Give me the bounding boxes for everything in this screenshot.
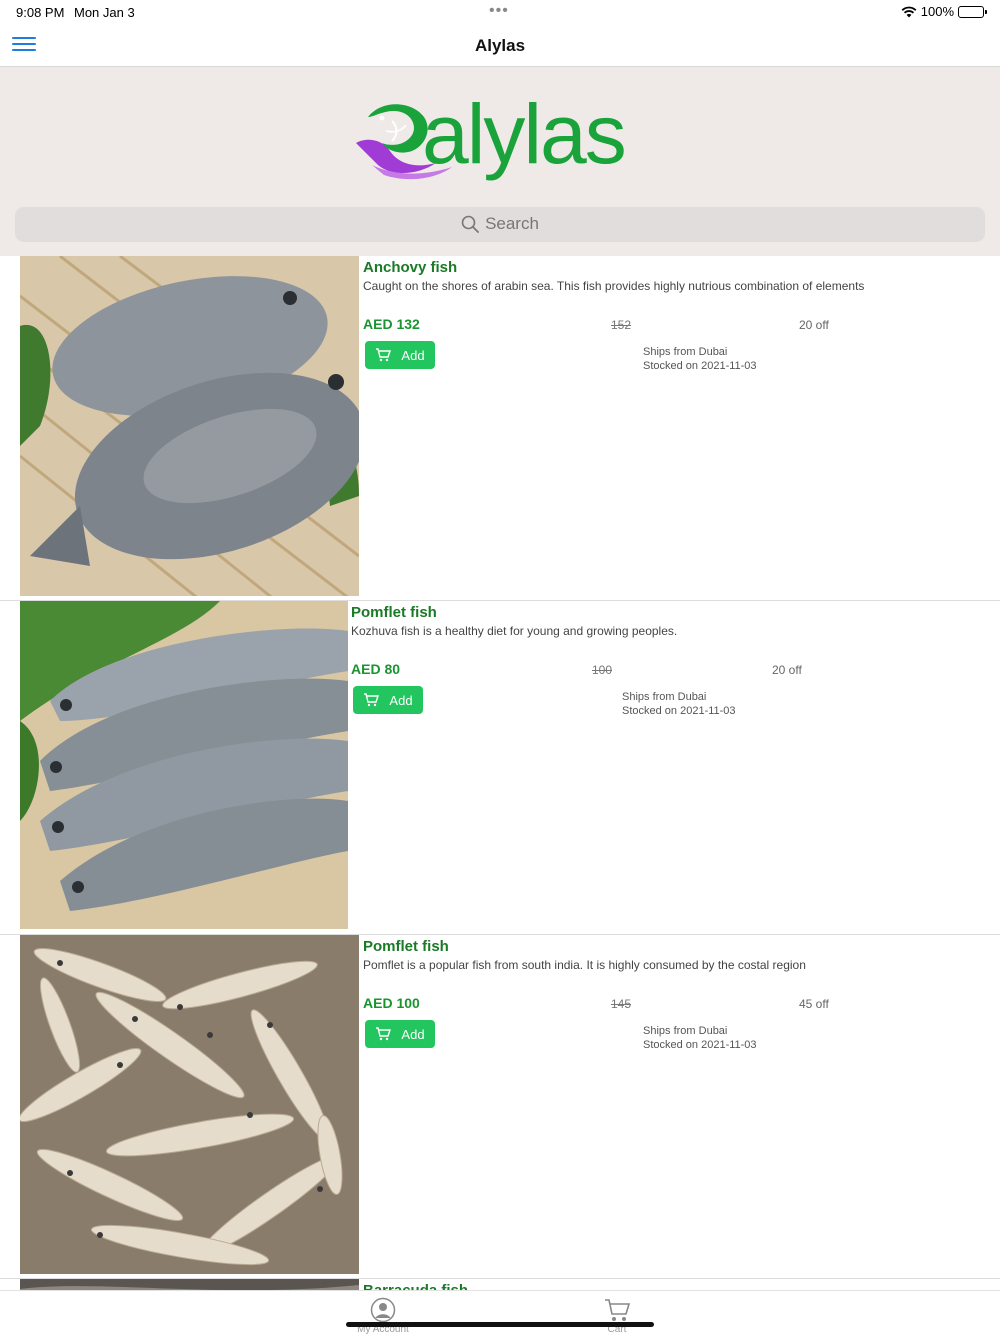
tab-bar: My Account Cart	[0, 1290, 1000, 1334]
add-button-label: Add	[389, 692, 413, 708]
product-price: AED 132	[363, 316, 420, 332]
product-name[interactable]: Pomflet fish	[351, 604, 437, 621]
status-indicators: 100%	[901, 4, 987, 19]
ships-from: Ships from Dubai	[643, 346, 728, 358]
product-discount: 45 off	[799, 997, 829, 1011]
status-bar: 9:08 PM Mon Jan 3 ••• 100%	[0, 0, 1000, 24]
logo-wordmark: alylas	[422, 87, 625, 181]
product-price: AED 80	[351, 661, 401, 677]
home-indicator[interactable]	[346, 1322, 654, 1327]
product-description: Kozhuva fish is a healthy diet for young…	[351, 624, 678, 638]
search-input[interactable]: Search	[15, 207, 985, 241]
navigation-bar: Alylas	[0, 24, 1000, 67]
stocked-on: Stocked on 2021-11-03	[643, 360, 757, 372]
product-card[interactable]: Barracuda fish	[0, 1279, 1000, 1290]
status-time: 9:08 PM	[16, 5, 65, 20]
product-card[interactable]: Pomflet fish Pomflet is a popular fish f…	[0, 935, 1000, 1279]
ships-from: Ships from Dubai	[622, 691, 707, 703]
product-discount: 20 off	[799, 318, 829, 332]
product-image[interactable]	[20, 1279, 359, 1290]
product-list[interactable]: Anchovy fish Caught on the shores of ara…	[0, 256, 1000, 1290]
search-placeholder: Search	[485, 214, 539, 233]
stocked-on: Stocked on 2021-11-03	[622, 705, 736, 717]
product-original-price: 100	[592, 663, 613, 677]
product-price: AED 100	[363, 995, 420, 1011]
product-original-price: 145	[611, 997, 632, 1011]
hero-banner: alylas Search	[0, 67, 1000, 256]
product-card[interactable]: Anchovy fish Caught on the shores of ara…	[0, 256, 1000, 601]
add-to-cart-button[interactable]: Add	[365, 1020, 435, 1048]
account-icon	[370, 1297, 396, 1323]
product-description: Caught on the shores of arabin sea. This…	[363, 279, 865, 293]
battery-icon	[958, 5, 987, 18]
product-name[interactable]: Pomflet fish	[363, 938, 449, 955]
shipping-info: Ships from Dubai Stocked on 2021-11-03	[643, 345, 757, 373]
fish-logo-icon: alylas	[356, 87, 627, 181]
shipping-info: Ships from Dubai Stocked on 2021-11-03	[622, 690, 736, 718]
multitasking-dots-icon[interactable]: •••	[489, 2, 509, 20]
product-discount: 20 off	[772, 663, 802, 677]
product-original-price: 152	[611, 318, 632, 332]
tab-cart[interactable]: Cart	[577, 1297, 657, 1334]
product-name[interactable]: Anchovy fish	[363, 259, 457, 276]
status-date: Mon Jan 3	[74, 5, 135, 20]
add-button-label: Add	[401, 1026, 425, 1042]
add-to-cart-button[interactable]: Add	[365, 341, 435, 369]
stocked-on: Stocked on 2021-11-03	[643, 1039, 757, 1051]
add-to-cart-button[interactable]: Add	[353, 686, 423, 714]
cart-icon	[364, 693, 380, 707]
product-name[interactable]: Barracuda fish	[363, 1282, 468, 1290]
shipping-info: Ships from Dubai Stocked on 2021-11-03	[643, 1024, 757, 1052]
product-image[interactable]	[20, 256, 359, 596]
cart-icon	[605, 1299, 631, 1321]
add-button-label: Add	[401, 347, 425, 363]
search-icon	[461, 215, 479, 233]
ships-from: Ships from Dubai	[643, 1025, 728, 1037]
page-title: Alylas	[474, 36, 526, 55]
product-image[interactable]	[20, 601, 348, 929]
cart-icon	[376, 348, 392, 362]
product-card[interactable]: Pomflet fish Kozhuva fish is a healthy d…	[0, 601, 1000, 935]
tab-my-account[interactable]: My Account	[343, 1297, 423, 1334]
cart-icon	[376, 1027, 392, 1041]
wifi-icon	[901, 6, 917, 18]
product-description: Pomflet is a popular fish from south ind…	[363, 958, 806, 972]
battery-percent: 100%	[920, 4, 954, 19]
product-image[interactable]	[20, 935, 359, 1274]
